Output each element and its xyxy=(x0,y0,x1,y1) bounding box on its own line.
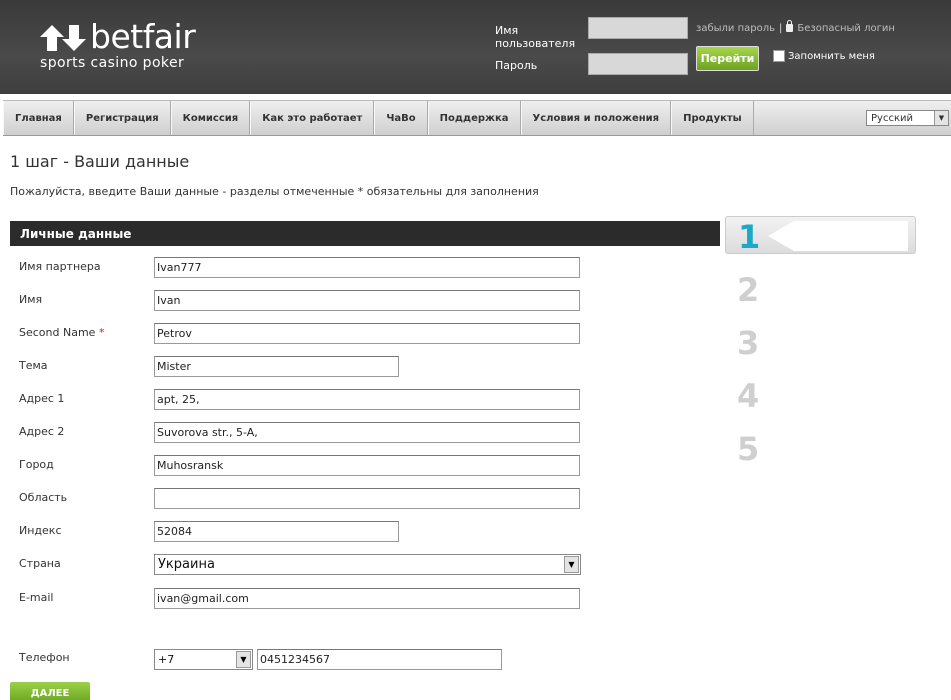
password-input[interactable] xyxy=(588,53,688,75)
country-label: Страна xyxy=(19,557,61,570)
step-2: 2 xyxy=(737,271,760,309)
step-pointer xyxy=(768,221,794,251)
page-title: 1 шаг - Ваши данные xyxy=(10,152,190,171)
country-value: Украина xyxy=(158,557,215,572)
chevron-down-icon: ▼ xyxy=(236,651,251,668)
forgot-password-link[interactable]: забыли пароль xyxy=(696,23,775,34)
address1-label: Адрес 1 xyxy=(19,392,65,405)
secure-login-link[interactable]: Безопасный логин xyxy=(797,23,895,34)
second-name-input[interactable]: Petrov xyxy=(154,323,580,344)
step-number: 1 xyxy=(738,218,761,256)
zip-label: Индекс xyxy=(19,524,62,537)
required-mark: * xyxy=(98,326,105,339)
nav-item-home[interactable]: Главная xyxy=(3,101,74,135)
phone-number-input[interactable]: 0451234567 xyxy=(257,649,502,670)
phone-code-value: +7 xyxy=(158,653,175,666)
email-label: E-mail xyxy=(19,591,54,604)
site-header: betfair sports casino poker Имя пользова… xyxy=(0,0,951,94)
phone-code-select[interactable]: +7 ▼ xyxy=(154,649,253,670)
country-select[interactable]: Украина ▼ xyxy=(154,554,581,575)
nav-item-registration[interactable]: Регистрация xyxy=(73,101,171,135)
nav-item-faq[interactable]: ЧаВо xyxy=(374,101,428,135)
chevron-down-icon: ▼ xyxy=(934,111,948,125)
zip-input[interactable]: 52084 xyxy=(154,521,399,542)
region-label: Область xyxy=(19,491,68,504)
step-5: 5 xyxy=(737,430,760,468)
address2-input[interactable]: Suvorova str., 5-A, xyxy=(154,422,580,443)
nav-item-products[interactable]: Продукты xyxy=(671,101,754,135)
step-3: 3 xyxy=(737,324,760,362)
username-label: Имя пользователя xyxy=(495,24,576,50)
nav-item-support[interactable]: Поддержка xyxy=(427,101,521,135)
password-label: Пароль xyxy=(495,59,538,72)
partner-name-label: Имя партнера xyxy=(19,260,101,273)
first-name-label: Имя xyxy=(19,293,43,306)
username-input[interactable] xyxy=(588,17,688,39)
second-name-label: Second Name xyxy=(19,326,96,339)
city-label: Город xyxy=(19,458,54,471)
next-button[interactable]: ДАЛЕЕ xyxy=(10,682,90,700)
nav-item-commission[interactable]: Комиссия xyxy=(170,101,251,135)
phone-label: Телефон xyxy=(19,651,70,664)
partner-name-input[interactable]: Ivan777 xyxy=(154,257,580,278)
lock-icon xyxy=(786,20,794,32)
section-title: Личные данные xyxy=(10,221,720,246)
intro-text: Пожалуйста, введите Ваши данные - раздел… xyxy=(10,185,539,198)
logo-wordmark: betfair xyxy=(90,17,196,56)
step-4: 4 xyxy=(737,377,760,415)
logo-arrows-icon xyxy=(40,25,86,51)
nav-item-how-it-works[interactable]: Как это работает xyxy=(250,101,375,135)
first-name-input[interactable]: Ivan xyxy=(154,290,580,311)
remember-me-checkbox[interactable] xyxy=(773,50,785,62)
title-label: Тема xyxy=(19,359,48,372)
betfair-logo[interactable]: betfair sports casino poker xyxy=(40,17,240,80)
title-input[interactable]: Mister xyxy=(154,356,399,377)
remember-me-label: Запомнить меня xyxy=(788,50,875,62)
main-nav: Главная Регистрация Комиссия Как это раб… xyxy=(3,100,951,136)
logo-tagline: sports casino poker xyxy=(40,55,185,71)
address2-label: Адрес 2 xyxy=(19,425,65,438)
email-input[interactable]: ivan@gmail.com xyxy=(154,588,580,609)
step-pointer-body xyxy=(793,221,908,251)
region-input[interactable] xyxy=(154,488,580,509)
remember-me[interactable]: Запомнить меня xyxy=(773,50,875,62)
link-separator: | xyxy=(779,23,783,34)
second-name-label-row: Second Name * xyxy=(19,326,104,339)
city-input[interactable]: Muhosransk xyxy=(154,455,580,476)
login-go-button[interactable]: Перейти xyxy=(696,46,759,71)
language-value: Русский xyxy=(871,112,913,124)
language-select[interactable]: Русский ▼ xyxy=(866,110,949,126)
step-1-active: 1 xyxy=(725,216,916,256)
nav-item-terms[interactable]: Условия и положения xyxy=(520,101,672,135)
chevron-down-icon: ▼ xyxy=(564,556,579,573)
address1-input[interactable]: apt, 25, xyxy=(154,389,580,410)
login-links: забыли пароль | Безопасный логин xyxy=(696,20,895,34)
